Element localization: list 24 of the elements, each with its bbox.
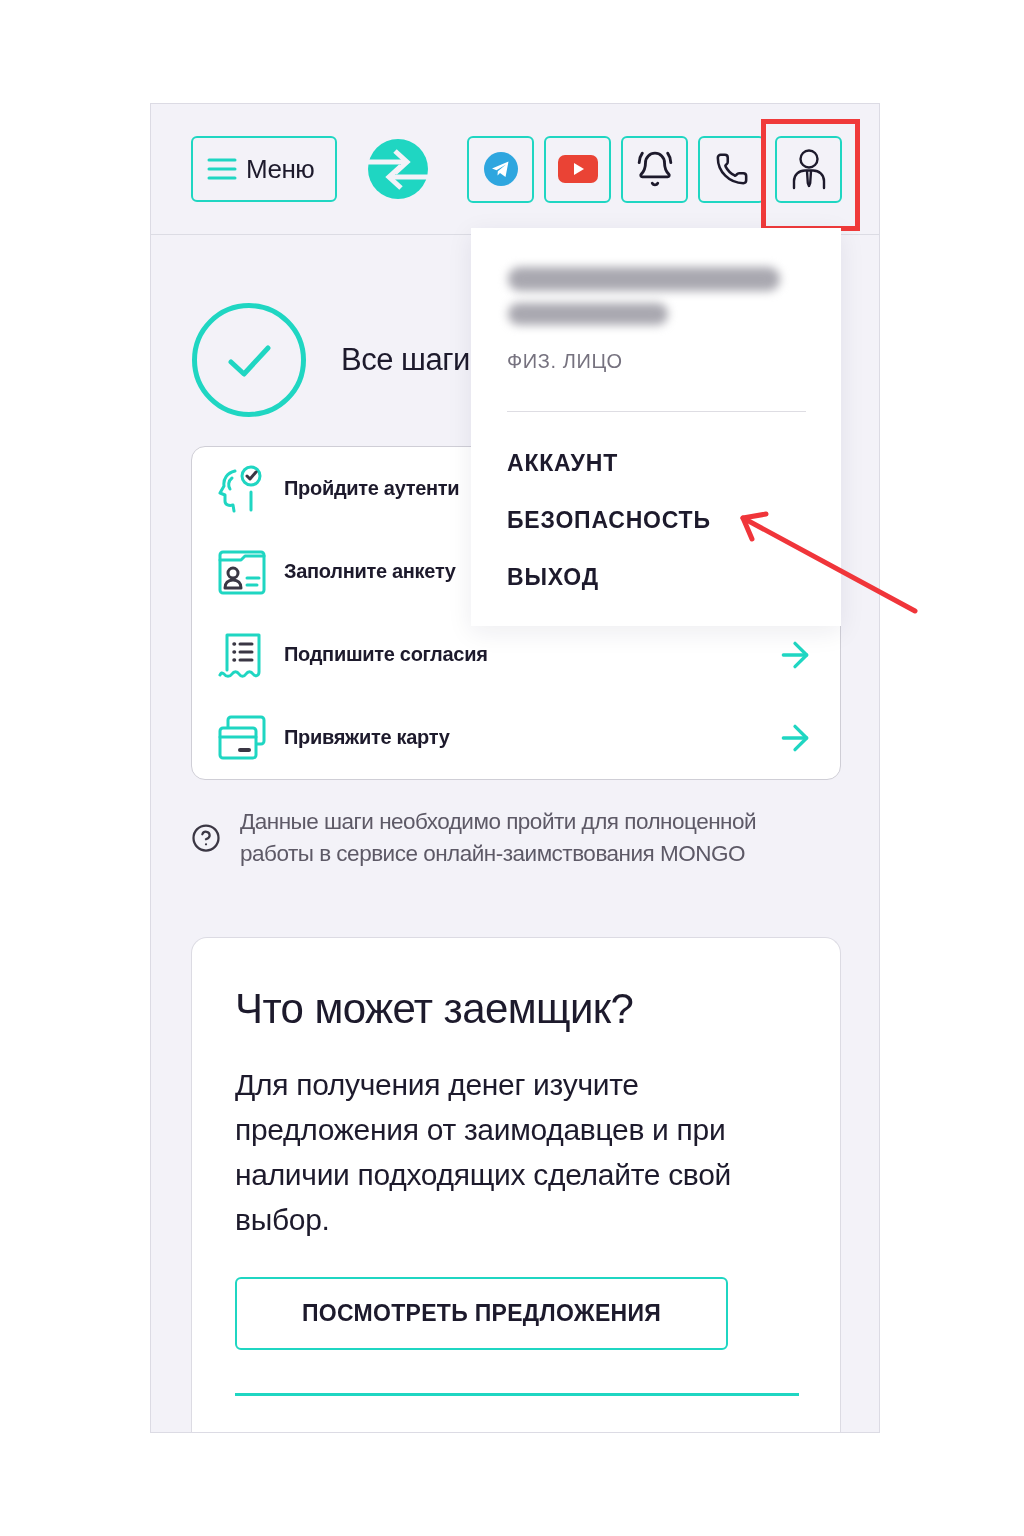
- menu-button[interactable]: Меню: [191, 136, 337, 202]
- menu-item[interactable]: АККАУНТ: [507, 450, 618, 477]
- card-text: Для получения денег изучите предложения от заимодавцев и при наличии подходящих сделайте свой выбор.: [235, 1067, 732, 1238]
- bell-icon: [635, 150, 674, 188]
- status-title: Все шаги: [341, 342, 470, 378]
- play-icon: [557, 155, 598, 183]
- person-icon: [790, 148, 827, 190]
- card-title: Что может заемщик?: [235, 984, 635, 1034]
- account-type-label: ФИЗ. ЛИЦО: [507, 349, 624, 373]
- menu-icon: [207, 158, 237, 180]
- menu-item[interactable]: БЕЗОПАСНОСТЬ: [507, 507, 711, 534]
- help-icon: [191, 823, 221, 853]
- step-label[interactable]: Заполните анкету: [284, 560, 456, 583]
- step-label[interactable]: Подпишите согласия: [284, 643, 488, 666]
- phone-icon: [714, 152, 749, 186]
- step-label[interactable]: Привяжите карту: [284, 726, 450, 749]
- view-offers-button[interactable]: ПОСМОТРЕТЬ ПРЕДЛОЖЕНИЯ: [235, 1277, 728, 1350]
- header-icon-button[interactable]: [775, 135, 842, 203]
- menu-item[interactable]: ВЫХОД: [507, 564, 599, 591]
- paper-plane-icon: [483, 152, 518, 186]
- check-circle-icon: [192, 303, 306, 417]
- header-icon-button[interactable]: [621, 135, 688, 203]
- help-note: Данные шаги необходимо пройти для полноценной работы в сервисе онлайн-заимствования MONGO: [240, 808, 758, 868]
- step-label[interactable]: Пройдите аутенти: [284, 477, 460, 500]
